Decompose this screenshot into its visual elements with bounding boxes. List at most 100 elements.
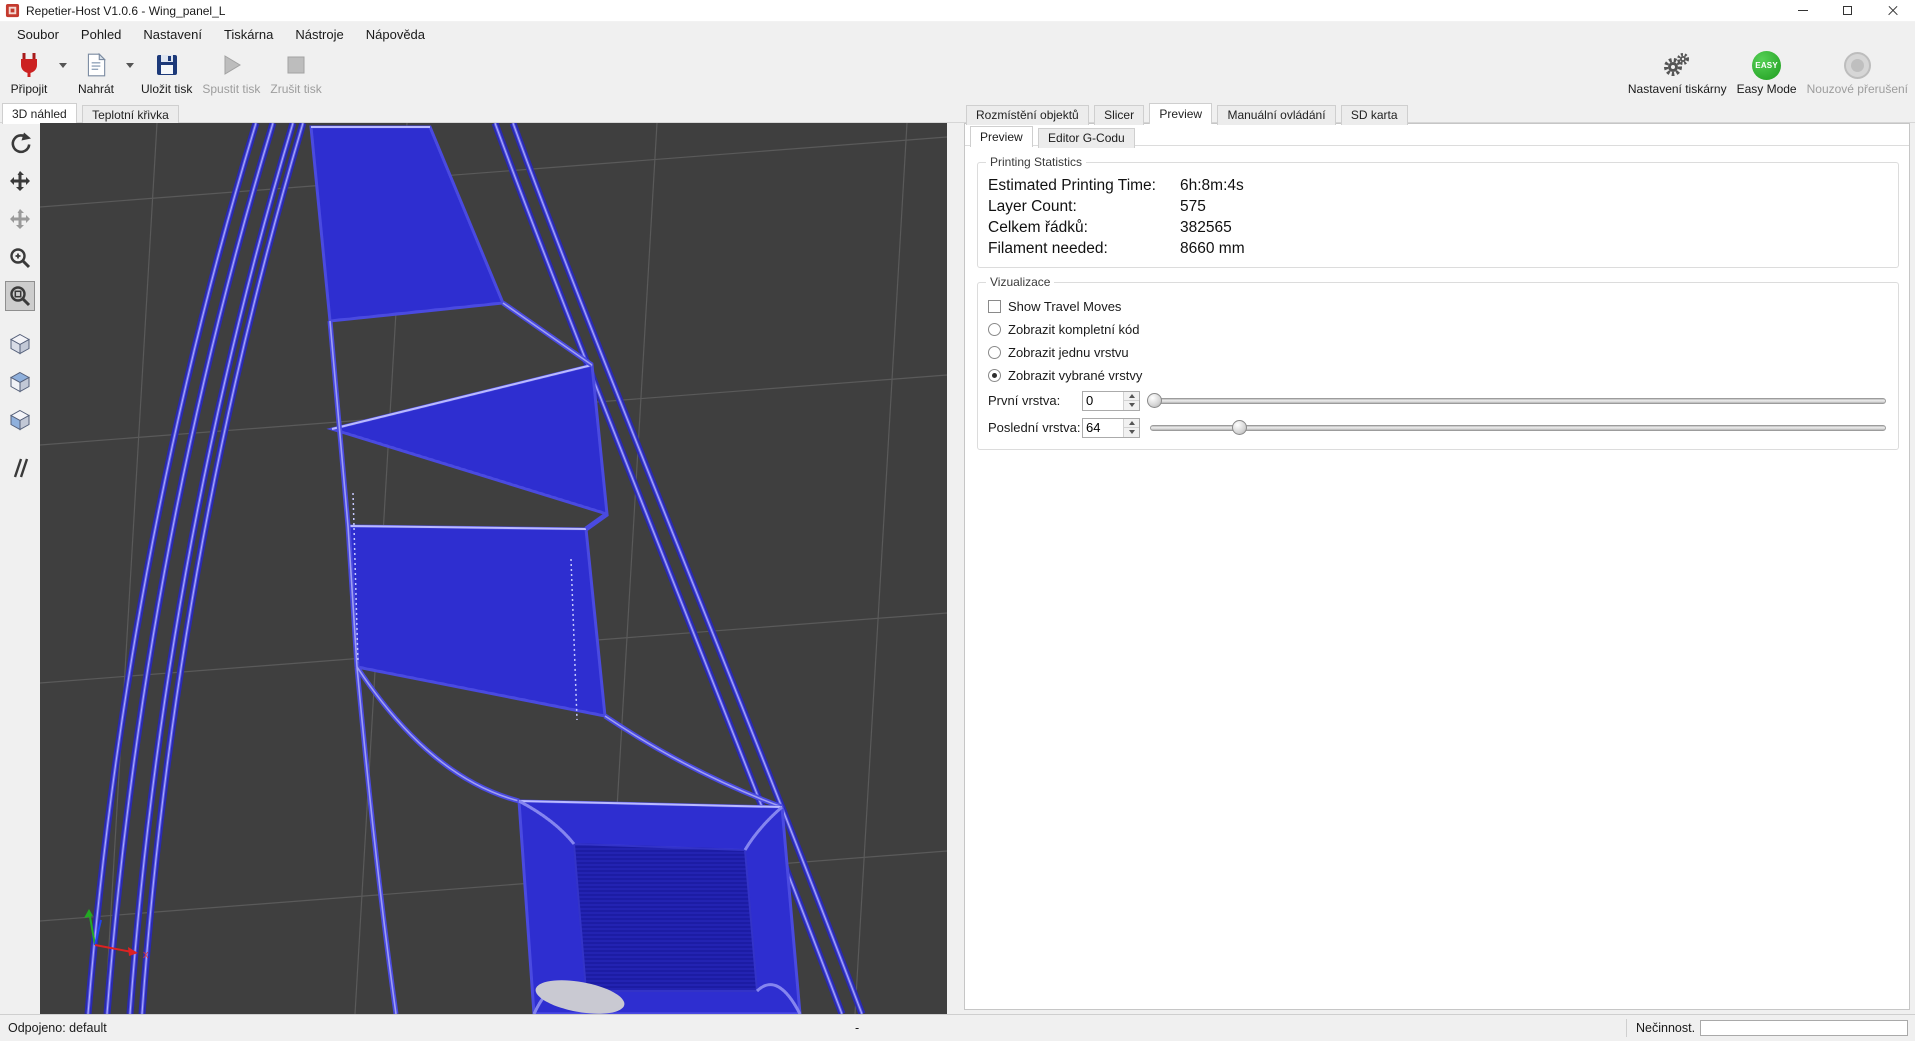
last-layer-input[interactable] <box>1083 419 1123 437</box>
start-print-button[interactable]: Spustit tisk <box>197 48 265 98</box>
cube-iso-icon <box>8 332 32 356</box>
visualization-title: Vizualizace <box>986 275 1054 289</box>
last-layer-spin-down[interactable] <box>1124 428 1139 437</box>
first-layer-slider[interactable] <box>1150 391 1886 411</box>
plug-icon <box>15 50 43 80</box>
maximize-button[interactable] <box>1825 0 1870 21</box>
easy-mode-button[interactable]: EASY Easy Mode <box>1732 48 1802 98</box>
status-separator <box>1626 1019 1627 1037</box>
emergency-stop-label: Nouzové přerušení <box>1807 82 1908 96</box>
rotate-view-tool[interactable] <box>5 129 35 159</box>
tab-manual-control[interactable]: Manuální ovládání <box>1217 105 1335 125</box>
preview-subtabs: Preview Editor G-Codu <box>965 124 1909 146</box>
first-layer-spin-up[interactable] <box>1124 392 1139 402</box>
stat-value: 382565 <box>1180 217 1888 238</box>
show-complete-code-radio[interactable] <box>988 323 1001 336</box>
stat-value: 575 <box>1180 196 1888 217</box>
emergency-icon <box>1844 52 1871 79</box>
connect-dropdown[interactable] <box>56 50 69 80</box>
menu-tiskarna[interactable]: Tiskárna <box>213 24 284 45</box>
spin-up-icon <box>1129 394 1135 398</box>
show-single-layer-radio[interactable] <box>988 346 1001 359</box>
cube-front-icon <box>8 370 32 394</box>
tab-preview[interactable]: Preview <box>1149 103 1212 124</box>
last-layer-spin-up[interactable] <box>1124 419 1139 429</box>
tab-slicer[interactable]: Slicer <box>1094 105 1144 125</box>
tab-object-placement[interactable]: Rozmístění objektů <box>966 105 1089 125</box>
show-single-layer-label: Zobrazit jednu vrstvu <box>1008 345 1129 360</box>
slider-thumb[interactable] <box>1232 420 1247 435</box>
slider-track[interactable] <box>1150 425 1886 431</box>
show-travel-moves-checkbox[interactable] <box>988 300 1001 313</box>
menu-napoveda[interactable]: Nápověda <box>355 24 436 45</box>
first-layer-spinner <box>1082 391 1140 411</box>
stop-icon <box>283 50 309 80</box>
front-view-tool[interactable] <box>5 367 35 397</box>
move-object-tool[interactable] <box>5 167 35 197</box>
splitter[interactable] <box>947 123 964 1014</box>
parallel-lines-icon <box>8 456 32 480</box>
viewport-3d[interactable]: x <box>40 123 947 1014</box>
subtab-preview[interactable]: Preview <box>970 126 1033 147</box>
subtab-gcode-editor[interactable]: Editor G-Codu <box>1038 128 1135 148</box>
move-gray-icon <box>8 208 32 232</box>
move-icon <box>8 170 32 194</box>
zoom-fit-tool[interactable] <box>5 281 35 311</box>
stat-label: Filament needed: <box>988 238 1180 259</box>
save-print-button[interactable]: Uložit tisk <box>136 48 197 98</box>
show-layer-range-radio[interactable] <box>988 369 1001 382</box>
emergency-stop-button[interactable]: Nouzové přerušení <box>1802 48 1913 98</box>
menu-soubor[interactable]: Soubor <box>6 24 70 45</box>
last-layer-spinner <box>1082 418 1140 438</box>
slider-thumb[interactable] <box>1147 393 1162 408</box>
first-layer-label: První vrstva: <box>988 393 1082 408</box>
first-layer-row: První vrstva: <box>988 387 1888 414</box>
menu-nastaveni[interactable]: Nastavení <box>132 24 213 45</box>
isometric-view-tool[interactable] <box>5 329 35 359</box>
load-button[interactable]: Nahrát <box>69 48 123 98</box>
printer-settings-button[interactable]: Nastavení tiskárny <box>1623 48 1732 98</box>
show-travel-moves-label: Show Travel Moves <box>1008 299 1121 314</box>
menu-nastroje[interactable]: Nástroje <box>284 24 354 45</box>
tab-3d-view[interactable]: 3D náhled <box>2 103 77 124</box>
stat-row-lines: Celkem řádků: 382565 <box>988 217 1888 238</box>
parallel-projection-tool[interactable] <box>5 453 35 483</box>
tab-temperature-curve[interactable]: Teplotní křivka <box>82 105 179 125</box>
cube-top-icon <box>8 408 32 432</box>
start-print-label: Spustit tisk <box>202 82 260 96</box>
app-icon <box>5 3 20 18</box>
load-dropdown[interactable] <box>123 50 136 80</box>
last-layer-label: Poslední vrstva: <box>988 420 1082 435</box>
progress-bar <box>1700 1020 1908 1036</box>
slider-track[interactable] <box>1150 398 1886 404</box>
load-label: Nahrát <box>78 82 114 96</box>
tab-sd-card[interactable]: SD karta <box>1341 105 1408 125</box>
play-icon <box>218 50 244 80</box>
connect-button[interactable]: Připojit <box>2 48 56 98</box>
connection-status: Odpojeno: default <box>8 1015 107 1041</box>
minimize-button[interactable] <box>1780 0 1825 21</box>
spin-up-icon <box>1129 421 1135 425</box>
status-bar: Odpojeno: default - Nečinnost. <box>0 1014 1915 1041</box>
radio-show-layer-range-row: Zobrazit vybrané vrstvy <box>988 364 1888 387</box>
printing-statistics-title: Printing Statistics <box>986 155 1086 169</box>
menu-pohled[interactable]: Pohled <box>70 24 132 45</box>
radio-show-single-layer-row: Zobrazit jednu vrstvu <box>988 341 1888 364</box>
first-layer-input[interactable] <box>1083 392 1123 410</box>
last-layer-slider[interactable] <box>1150 418 1886 438</box>
stat-label: Estimated Printing Time: <box>988 175 1180 196</box>
close-button[interactable] <box>1870 0 1915 21</box>
cancel-print-label: Zrušit tisk <box>270 82 321 96</box>
rotate-icon <box>8 132 32 156</box>
cancel-print-button[interactable]: Zrušit tisk <box>265 48 326 98</box>
stat-row-filament: Filament needed: 8660 mm <box>988 238 1888 259</box>
minimize-icon <box>1798 10 1808 11</box>
easy-badge: EASY <box>1752 51 1781 80</box>
move-viewpoint-tool[interactable] <box>5 205 35 235</box>
show-complete-code-label: Zobrazit kompletní kód <box>1008 322 1140 337</box>
stat-value: 6h:8m:4s <box>1180 175 1888 196</box>
top-view-tool[interactable] <box>5 405 35 435</box>
first-layer-spin-down[interactable] <box>1124 401 1139 410</box>
connect-label: Připojit <box>11 82 48 96</box>
zoom-in-tool[interactable] <box>5 243 35 273</box>
